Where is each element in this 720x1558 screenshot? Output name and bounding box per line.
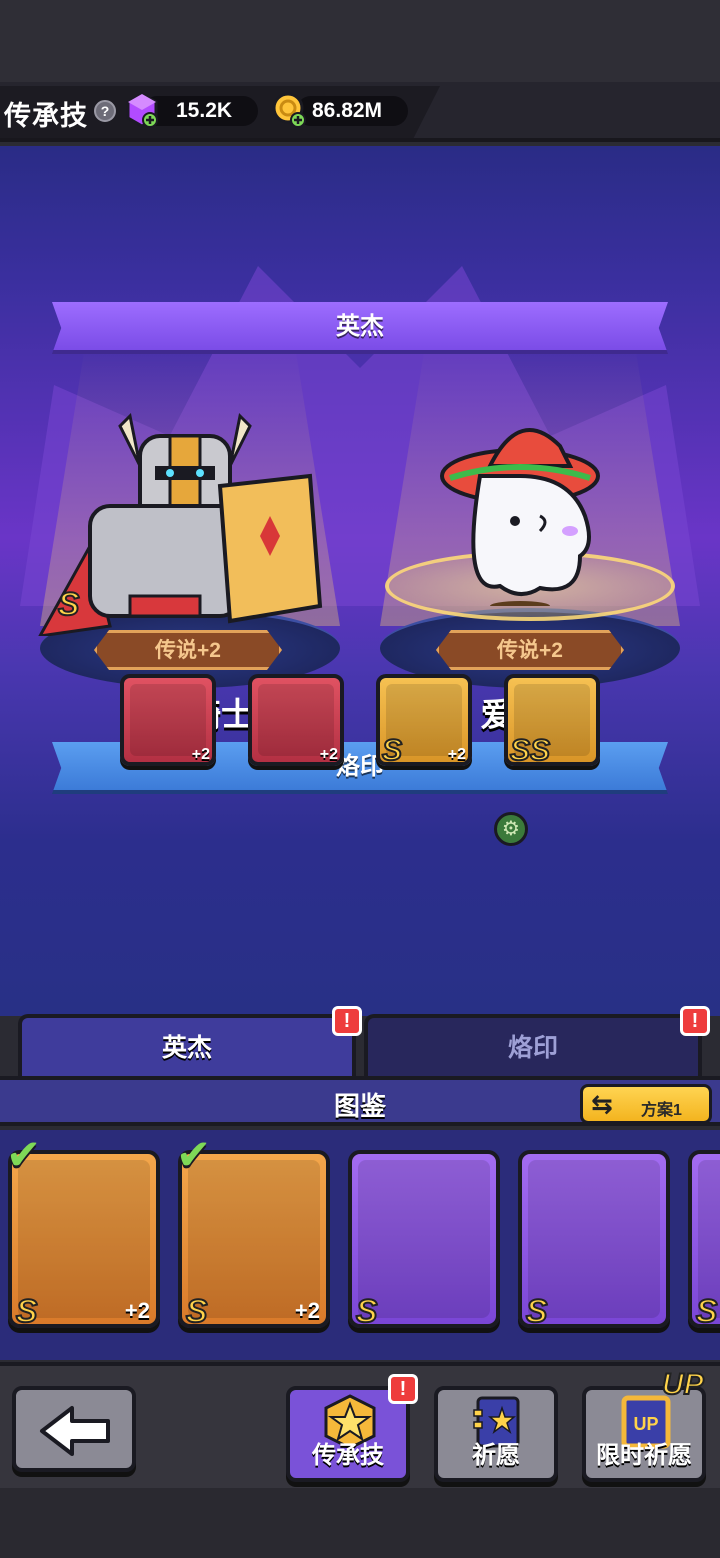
- hero-grade-badge: S: [57, 585, 80, 623]
- hero-card-grade: S: [695, 1292, 718, 1330]
- gem-add-icon[interactable]: [124, 92, 160, 128]
- hero-card-plus: +2: [294, 1298, 320, 1323]
- mark-slot[interactable]: +2: [248, 674, 344, 766]
- plan-switch-button[interactable]: ⇆ 方案1: [580, 1084, 712, 1124]
- footer-shade: [0, 1488, 720, 1558]
- resource-bar: 传承技 ? 15.2K 86.82M: [0, 82, 720, 142]
- page-title: 传承技: [4, 101, 88, 131]
- wish-button[interactable]: 祈愿: [434, 1386, 558, 1482]
- hero-collection-row: S +2 ✔ S +2 ✔ S S S: [0, 1130, 720, 1360]
- hero-card[interactable]: S: [518, 1150, 670, 1330]
- mark-slot[interactable]: +2: [120, 674, 216, 766]
- back-arrow-icon: [40, 1406, 110, 1456]
- category-tabs: 英杰 ! 烙印 !: [0, 1006, 720, 1078]
- limited-wish-icon-text: UP: [633, 1414, 658, 1434]
- limited-wish-label: 限时祈愿: [596, 1442, 692, 1469]
- check-icon: ✔: [176, 1131, 212, 1178]
- hero-card-grade: S: [15, 1292, 38, 1330]
- hero-card-portrait: [188, 1160, 320, 1318]
- tab-heroes[interactable]: 英杰: [18, 1014, 356, 1078]
- help-icon[interactable]: ?: [94, 100, 116, 122]
- alert-icon: !: [388, 1374, 418, 1404]
- status-area: [0, 0, 720, 82]
- legacy-stage: 英杰 S 传说+2 传说+2 终焉骑士 爱哭鬼 烙印: [0, 146, 720, 1016]
- up-badge: UP: [661, 1367, 705, 1402]
- ghost-hero-figure[interactable]: [420, 406, 620, 606]
- hero-rank-tag: 传说+2: [94, 630, 282, 670]
- mark-plus: +2: [191, 746, 210, 763]
- mark-grade: SS: [509, 733, 551, 768]
- mark-grade: S: [381, 733, 403, 768]
- hero-card-grade: S: [525, 1292, 548, 1330]
- gear-icon: ⚙: [494, 812, 528, 846]
- hero-card-portrait: [358, 1160, 490, 1318]
- collection-header: 图鉴 ⇆ 方案1: [0, 1076, 720, 1126]
- heroes-section-banner: 英杰: [52, 302, 668, 354]
- hero-card-grade: S: [185, 1292, 208, 1330]
- legacy-label: 传承技: [312, 1442, 384, 1469]
- mark-plus: +2: [447, 746, 466, 763]
- mark-slot[interactable]: SS: [504, 674, 600, 768]
- plan-label: 方案1: [641, 1102, 682, 1119]
- gold-amount: 86.82M: [296, 96, 408, 126]
- alert-icon: !: [680, 1006, 710, 1036]
- hero-card-plus: +2: [124, 1298, 150, 1323]
- back-button[interactable]: [12, 1386, 136, 1472]
- hero-card[interactable]: S: [348, 1150, 500, 1330]
- hero-card-portrait: [528, 1160, 660, 1318]
- swap-icon: ⇆: [591, 1089, 613, 1119]
- mark-slot[interactable]: S +2: [376, 674, 472, 768]
- wish-label: 祈愿: [472, 1442, 520, 1469]
- hero-card-portrait: [18, 1160, 150, 1318]
- hero-card-grade: S: [355, 1292, 378, 1330]
- check-icon: ✔: [6, 1131, 42, 1178]
- hero-rank-tag: 传说+2: [436, 630, 624, 670]
- tab-marks[interactable]: 烙印: [364, 1014, 702, 1078]
- hero-card[interactable]: S: [688, 1150, 720, 1330]
- gold-add-icon[interactable]: [272, 92, 308, 128]
- bottom-nav: 传承技 ! 祈愿 UP 限时祈愿 UP: [0, 1362, 720, 1558]
- alert-icon: !: [332, 1006, 362, 1036]
- mark-plus: +2: [319, 746, 338, 763]
